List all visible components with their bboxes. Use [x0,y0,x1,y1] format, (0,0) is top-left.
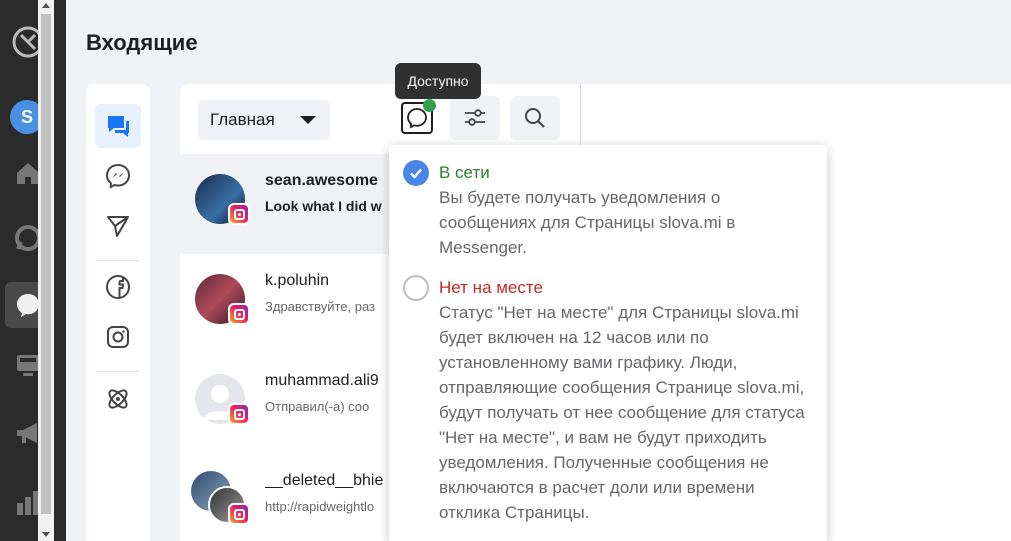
instagram-badge-icon [228,503,250,525]
instagram-badge-icon [228,303,250,325]
rail-scrollbar[interactable] [38,0,54,541]
checkmark-icon [410,168,422,179]
conversation-name: muhammad.ali9 [265,372,379,389]
all-messages-icon[interactable] [95,104,141,148]
away-option-title[interactable]: Нет на месте [439,278,543,298]
channel-sidebar [86,84,150,541]
chevron-down-icon [300,116,316,124]
conversation-name: __deleted__bhie [265,472,384,489]
away-option-description: Статус "Нет на месте" для Страницы slova… [439,303,805,522]
conversation-name: k.poluhin [265,272,330,289]
online-option-description: Вы будете получать уведомления о сообщен… [439,188,736,257]
conversation-snippet: Look what I did w [265,198,382,214]
instagram-badge-icon [228,203,250,225]
instagram-icon[interactable] [95,315,141,359]
scroll-down-icon[interactable] [42,532,50,537]
direct-send-icon[interactable] [95,204,141,248]
instagram-badge-icon [228,403,250,425]
online-status-dot [423,99,436,112]
online-radio[interactable] [403,160,429,186]
search-button[interactable] [510,96,560,140]
away-radio[interactable] [403,275,429,301]
channel-divider [96,260,140,261]
status-button[interactable] [390,96,444,140]
facebook-icon[interactable] [95,265,141,309]
channel-divider [96,371,140,372]
automation-atom-icon[interactable] [95,377,141,421]
sliders-icon [465,109,485,126]
conversation-name: sean.awesome [265,172,378,189]
conversation-snippet: Здравствуйте, раз [265,299,376,314]
status-menu: В сети Вы будете получать уведомления о … [389,145,827,541]
conversation-snippet: Отправил(-а) соо [265,399,370,414]
scroll-up-icon[interactable] [42,3,50,8]
filter-settings-button[interactable] [450,96,500,140]
chat-status-icon [401,99,436,134]
inbox-filter-select[interactable]: Главная [198,100,330,140]
page-title: Входящие [86,30,198,55]
scrollbar-thumb[interactable] [41,14,51,514]
messenger-icon[interactable] [95,154,141,198]
app-rail: S [0,0,66,541]
status-tooltip: Доступно [395,63,481,99]
conversation-snippet: http://rapidweightlo [265,499,375,514]
inbox-filter-value: Главная [210,110,275,129]
online-option-title[interactable]: В сети [439,163,490,183]
search-icon [525,108,545,128]
